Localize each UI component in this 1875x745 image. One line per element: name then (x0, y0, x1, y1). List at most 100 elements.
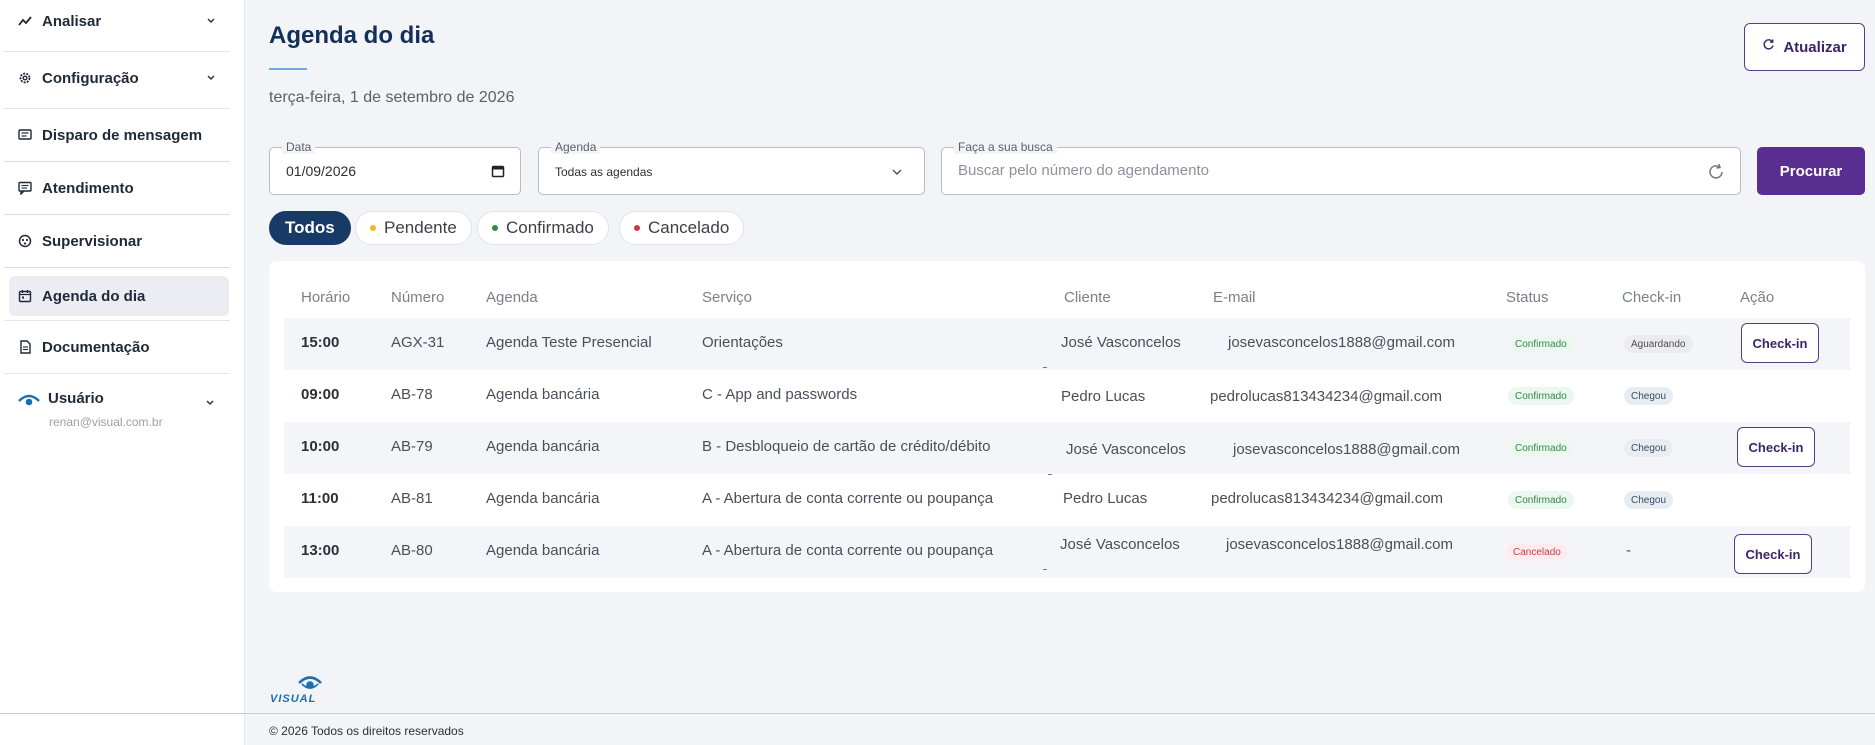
table-row[interactable]: 10:00 AB-79 Agenda bancária B - Desbloqu… (284, 422, 1850, 475)
checkin-badge: Chegou (1624, 491, 1674, 509)
date-field[interactable]: Data 01/09/2026 (269, 140, 521, 195)
refresh-label: Atualizar (1783, 38, 1847, 56)
tab-label: Confirmado (506, 218, 594, 237)
cell-number: AB-80 (391, 542, 433, 559)
cell-email: pedrolucas813434234@gmail.com (1210, 388, 1443, 405)
tab-confirmado[interactable]: Confirmado (477, 211, 609, 245)
calendar-icon[interactable] (491, 164, 505, 183)
checkin-badge: Aguardando (1624, 335, 1693, 353)
column-header: Status (1506, 289, 1549, 306)
column-header: Check-in (1622, 289, 1682, 306)
search-input[interactable]: Buscar pelo número do agendamento (958, 162, 1209, 179)
divider (4, 161, 230, 162)
checkin-button[interactable]: Check-in (1737, 427, 1815, 467)
appointments-table: Horário Número Agenda Serviço Cliente E-… (269, 261, 1865, 592)
table-row[interactable]: 13:00 AB-80 Agenda bancária A - Abertura… (284, 526, 1850, 578)
user-email: renan@visual.com.br (49, 415, 163, 429)
cell-client: José Vasconcelos (1066, 441, 1186, 458)
cell-time: 13:00 (301, 542, 340, 559)
divider (1043, 569, 1047, 570)
cell-number: AB-79 (391, 438, 433, 455)
date-label: Data (282, 140, 316, 154)
page-subtitle: terça-feira, 1 de setembro de 2026 (269, 89, 515, 106)
checkin-value: - (1626, 542, 1631, 559)
divider (4, 373, 230, 374)
refresh-button[interactable]: Atualizar (1744, 23, 1865, 71)
cell-email: josevasconcelos1888@gmail.com (1228, 334, 1456, 351)
checkin-badge: Chegou (1624, 439, 1674, 457)
chart-line-icon (18, 14, 32, 28)
column-header: Cliente (1064, 289, 1111, 306)
cell-client: José Vasconcelos (1060, 536, 1180, 553)
sidebar-item-documentacao[interactable]: Documentação (9, 327, 229, 367)
agenda-select[interactable]: Agenda Todas as agendas (538, 140, 925, 195)
page-title: Agenda do dia (269, 22, 435, 49)
tab-label: Todos (285, 218, 335, 237)
sidebar-item-configuracao[interactable]: Configuração (9, 58, 229, 98)
cell-agenda: Agenda bancária (486, 386, 600, 403)
divider (1043, 367, 1047, 368)
cell-agenda: Agenda bancária (486, 542, 600, 559)
cell-number: AB-78 (391, 386, 433, 403)
tab-todos[interactable]: Todos (269, 211, 351, 245)
user-name: Usuário (48, 390, 104, 407)
sync-icon[interactable] (1706, 162, 1726, 187)
message-list-icon (18, 128, 32, 142)
status-badge: Confirmado (1508, 387, 1574, 405)
column-header: Ação (1740, 289, 1775, 306)
checkin-badge: Chegou (1624, 387, 1674, 405)
status-badge: Confirmado (1508, 439, 1574, 457)
cell-client: Pedro Lucas (1063, 490, 1148, 507)
sidebar-item-atendimento[interactable]: Atendimento (9, 168, 229, 208)
cell-email: josevasconcelos1888@gmail.com (1226, 536, 1454, 553)
dashboard-icon (18, 234, 32, 248)
title-underline (269, 68, 307, 70)
calendar-icon (18, 289, 32, 303)
table-row[interactable]: 15:00 AGX-31 Agenda Teste Presencial Ori… (284, 318, 1850, 370)
tab-label: Cancelado (648, 218, 730, 237)
gear-icon (18, 71, 32, 85)
cell-email: pedrolucas813434234@gmail.com (1211, 490, 1444, 507)
tab-pendente[interactable]: Pendente (355, 211, 472, 245)
cell-time: 10:00 (301, 438, 340, 455)
sidebar-item-agenda-do-dia[interactable]: Agenda do dia (9, 276, 229, 316)
agenda-value: Todas as agendas (555, 165, 653, 179)
cell-client: Pedro Lucas (1061, 388, 1146, 405)
sidebar-item-disparo[interactable]: Disparo de mensagem (9, 115, 229, 155)
chevron-down-icon (205, 71, 217, 83)
sidebar-item-analisar[interactable]: Analisar (9, 1, 229, 41)
tab-label: Pendente (384, 218, 457, 237)
search-label: Faça a sua busca (954, 140, 1057, 154)
tab-cancelado[interactable]: Cancelado (619, 211, 745, 245)
search-button[interactable]: Procurar (1757, 147, 1865, 195)
search-field[interactable]: Faça a sua busca Buscar pelo número do a… (941, 140, 1741, 195)
agenda-label: Agenda (551, 140, 601, 154)
sidebar-item-label: Documentação (42, 338, 150, 356)
sidebar-item-label: Supervisionar (42, 232, 143, 250)
divider (4, 108, 230, 109)
column-header: Agenda (486, 289, 538, 306)
cell-agenda: Agenda bancária (486, 490, 600, 507)
checkin-button[interactable]: Check-in (1741, 323, 1819, 363)
checkin-button[interactable]: Check-in (1734, 534, 1812, 574)
sidebar: Analisar Configuração Disparo de mensage… (0, 0, 245, 745)
chevron-down-icon (891, 165, 903, 183)
visual-logo: VISUAL (269, 672, 339, 708)
chevron-down-icon (204, 396, 216, 408)
sidebar-item-label: Disparo de mensagem (42, 126, 203, 144)
status-dot (634, 225, 640, 231)
main-content: Agenda do dia terça-feira, 1 de setembro… (245, 0, 1875, 745)
status-badge: Cancelado (1506, 543, 1568, 561)
status-badge: Confirmado (1508, 491, 1574, 509)
sidebar-item-label: Agenda do dia (42, 287, 146, 305)
table-row[interactable]: 09:00 AB-78 Agenda bancária C - App and … (284, 370, 1850, 422)
column-header: Horário (301, 289, 351, 306)
divider (0, 713, 245, 714)
cell-service: C - App and passwords (702, 386, 858, 403)
table-row[interactable]: 11:00 AB-81 Agenda bancária A - Abertura… (284, 474, 1850, 526)
sidebar-item-label: Configuração (42, 69, 139, 87)
status-dot (492, 225, 498, 231)
cell-time: 11:00 (301, 490, 339, 507)
sidebar-item-supervisionar[interactable]: Supervisionar (9, 221, 229, 261)
cell-client: José Vasconcelos (1061, 334, 1181, 351)
